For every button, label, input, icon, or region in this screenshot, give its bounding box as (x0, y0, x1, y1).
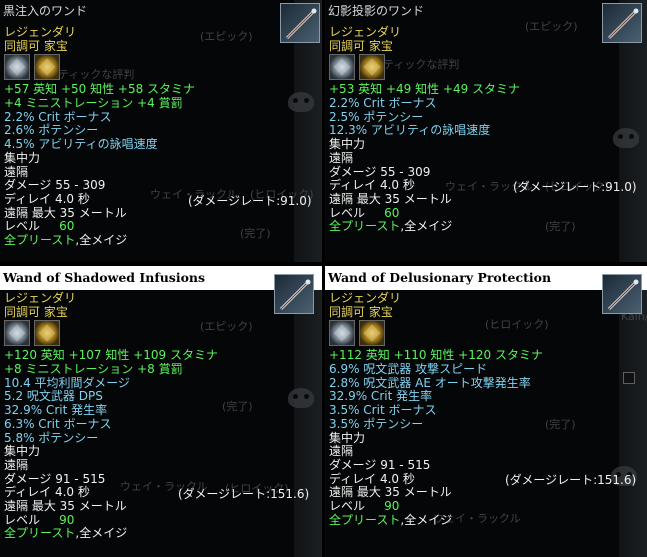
level-label: レベル (329, 498, 366, 513)
effect-line: 6.9% 呪文武器 攻撃スピード (329, 362, 488, 377)
adornment-slots (4, 319, 218, 349)
item-title: 幻影投影のワンド (328, 4, 425, 18)
background-checkbox (623, 372, 635, 384)
wand-icon (280, 3, 320, 43)
adornment-slots (4, 53, 195, 83)
tags-text: 同調可 家宝 (329, 304, 393, 319)
damage-rating: (ダメージレート:91.0) (513, 180, 637, 194)
tags-text: 同調可 家宝 (4, 304, 68, 319)
classes-extra: ,全メイジ (400, 512, 453, 527)
rarity-text: レジェンダリ (329, 25, 402, 39)
type-text: 遠隔 (329, 150, 354, 165)
level-line: レベル 60 (4, 219, 195, 234)
bg-done-text: (完了) (240, 227, 271, 240)
level-value: 60 (384, 205, 400, 220)
effect-line: 32.9% Crit 発生率 (329, 389, 433, 404)
tags-text: 同調可 家宝 (4, 38, 68, 53)
classes-extra: ,全メイジ (400, 219, 453, 234)
effect-line: 3.5% ポテンシー (329, 416, 424, 431)
gold-adornment-icon[interactable] (359, 54, 385, 81)
gold-adornment-icon[interactable] (34, 320, 60, 347)
tooltip-panel-1: (エピック) ティックな評判 ウェイ・ラックル (ヒロイック) (完了) 黒注入… (0, 0, 322, 262)
classes-line: 全プリースト,全メイジ (329, 219, 520, 234)
bg-done-text: (完了) (545, 220, 576, 233)
effect-line: 2.2% Crit ボーナス (329, 96, 437, 111)
item-stats: レジェンダリ 同調可 家宝 +120 英知 +107 知性 +109 スタミナ … (4, 291, 218, 541)
effect-line: 3.5% Crit ボーナス (329, 403, 437, 418)
damage-rating: (ダメージレート:151.6) (178, 487, 310, 501)
classes-line: 全プリースト,全メイジ (329, 512, 543, 528)
effect-line: 2.2% Crit ボーナス (4, 109, 112, 124)
adornment-slots (329, 319, 543, 349)
rarity-text: レジェンダリ (4, 25, 77, 39)
bonus-stat-line: +4 ミニストレーション +4 賞罰 (4, 96, 183, 111)
bg-epic-text: (エピック) (525, 20, 578, 33)
bonus-stat-line: +57 英知 +50 知性 +58 スタミナ (4, 82, 196, 97)
type-text: 遠隔 (4, 457, 29, 472)
effect-line: 4.5% アビリティの詠唱速度 (4, 137, 158, 152)
item-title: 黒注入のワンド (3, 4, 88, 18)
range-text: 遠隔 最大 35 メートル (329, 191, 452, 206)
range-text: 遠隔 最大 35 メートル (4, 205, 127, 220)
classes-line: 全プリースト,全メイジ (4, 232, 195, 248)
bonus-stat-line: +53 英知 +49 知性 +49 スタミナ (329, 82, 521, 97)
item-title: Wand of Delusionary Protection (325, 266, 647, 290)
classes-extra: ,全メイジ (75, 232, 128, 247)
range-text: 遠隔 最大 35 メートル (329, 485, 452, 500)
bonus-stat-line: +8 ミニストレーション +8 賞罰 (4, 362, 183, 377)
focus-text: 集中力 (329, 430, 366, 445)
damage-text: ダメージ 55 - 309 (4, 178, 106, 193)
level-value: 60 (59, 219, 75, 234)
bonus-stat-line: +112 英知 +110 知性 +120 スタミナ (329, 348, 543, 363)
level-label: レベル (4, 512, 41, 527)
tooltip-panel-4: Kain/c (ヒロイック) ウェイ・ラックル (完了) Wand of Del… (325, 266, 647, 557)
classes-line: 全プリースト,全メイジ (4, 526, 218, 541)
level-value: 90 (384, 498, 400, 513)
gold-adornment-icon[interactable] (34, 54, 60, 81)
item-stats: レジェンダリ 同調可 家宝 +53 英知 +49 知性 +49 スタミナ 2.2… (329, 25, 521, 234)
wand-icon (602, 3, 642, 43)
wand-icon (274, 274, 314, 314)
classes-extra: ,全メイジ (75, 526, 128, 541)
adornment-slots (329, 53, 520, 83)
silver-adornment-icon[interactable] (329, 320, 355, 347)
bonus-stat-line: +120 英知 +107 知性 +109 スタミナ (4, 348, 218, 363)
wand-icon (602, 274, 642, 314)
classes-label: 全プリースト (329, 219, 401, 234)
bg-done-text: (完了) (545, 418, 576, 431)
tooltip-panel-2: (エピック) ティックな評判 ウェイ・ラックル (ヒロイック) (完了) 幻影投… (325, 0, 647, 262)
effect-line: 32.9% Crit 発生率 (4, 403, 108, 418)
silver-adornment-icon[interactable] (4, 320, 30, 347)
focus-text: 集中力 (4, 444, 41, 459)
classes-label: 全プリースト (4, 526, 76, 541)
item-stats: レジェンダリ 同調可 家宝 +57 英知 +50 知性 +58 スタミナ +4 … (4, 25, 196, 248)
classes-label: 全プリースト (4, 232, 76, 247)
gold-adornment-icon[interactable] (359, 320, 385, 347)
silver-adornment-icon[interactable] (4, 54, 30, 81)
focus-text: 集中力 (4, 150, 41, 165)
effect-line: 6.3% Crit ボーナス (4, 416, 112, 431)
type-text: 遠隔 (329, 444, 354, 459)
silver-adornment-icon[interactable] (329, 54, 355, 81)
level-value: 90 (59, 512, 75, 527)
tooltip-panel-3: (エピック) ウェイ・ラックル (ヒロイック) (完了) Wand of Sha… (0, 266, 322, 557)
level-line: レベル 90 (329, 498, 543, 514)
delay-text: ディレイ 4.0 秒 (329, 178, 415, 193)
classes-label: 全プリースト (329, 512, 401, 527)
bg-done-text: (完了) (222, 400, 253, 413)
damage-rating: (ダメージレート:91.0) (188, 194, 312, 208)
tags-text: 同調可 家宝 (329, 38, 393, 53)
skull-icon (613, 128, 639, 148)
level-label: レベル (329, 205, 366, 220)
focus-text: 集中力 (329, 137, 366, 152)
delay-text: ディレイ 4.0 秒 (4, 191, 90, 206)
item-stats: レジェンダリ 同調可 家宝 +112 英知 +110 知性 +120 スタミナ … (329, 291, 543, 528)
level-label: レベル (4, 219, 41, 234)
bg-epic-text: (エピック) (200, 30, 253, 43)
rarity-text: レジェンダリ (329, 291, 402, 305)
skull-icon (288, 92, 314, 112)
skull-icon (288, 388, 314, 408)
damage-rating: (ダメージレート:151.6) (505, 473, 637, 487)
rarity-text: レジェンダリ (4, 291, 77, 305)
